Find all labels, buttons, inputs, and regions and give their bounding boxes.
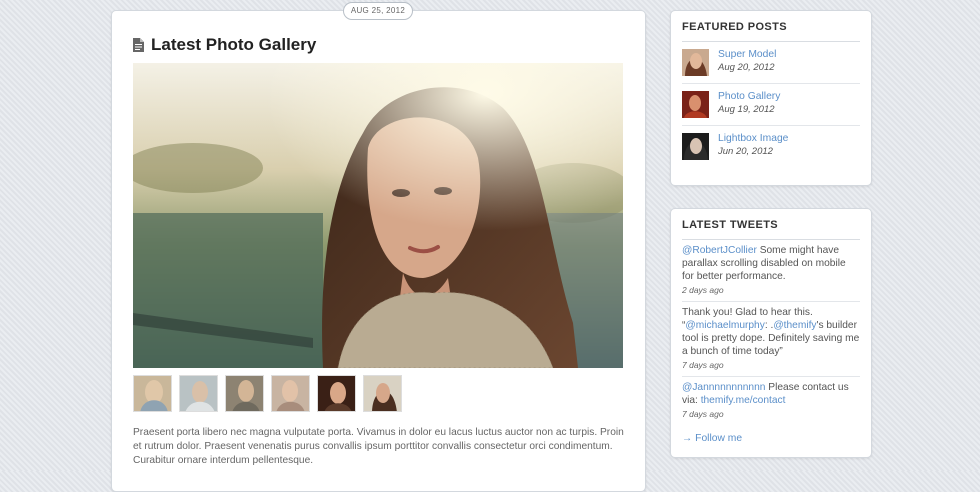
gallery-thumbnail[interactable] xyxy=(179,375,218,412)
featured-post-item: Lightbox Image Jun 20, 2012 xyxy=(682,126,860,167)
tweet-item: @RobertJCollier Some might have parallax… xyxy=(682,240,860,302)
document-icon xyxy=(133,38,144,52)
gallery-thumbnail[interactable] xyxy=(363,375,402,412)
featured-post-thumbnail[interactable] xyxy=(682,133,709,160)
gallery-main-image[interactable] xyxy=(133,63,623,368)
tweet-url-link[interactable]: themify.me/contact xyxy=(701,395,786,406)
post-title[interactable]: Latest Photo Gallery xyxy=(151,35,316,55)
featured-post-date: Aug 19, 2012 xyxy=(718,104,775,115)
tweet-text: @Jannnnnnnnnnn Please contact us via: th… xyxy=(682,381,860,407)
post-excerpt: Praesent porta libero nec magna vulputat… xyxy=(133,427,624,466)
tweet-item: @Jannnnnnnnnnn Please contact us via: th… xyxy=(682,377,860,425)
post-heading: Latest Photo Gallery xyxy=(133,34,316,56)
gallery-thumbnail[interactable] xyxy=(271,375,310,412)
featured-post-date: Jun 20, 2012 xyxy=(718,146,773,157)
latest-tweets-widget: LATEST TWEETS @RobertJCollier Some might… xyxy=(670,208,872,458)
tweet-text: Thank you! Glad to hear this. “@michaelm… xyxy=(682,306,860,358)
post-date-badge: AUG 25, 2012 xyxy=(343,2,413,20)
tweet-mention-link[interactable]: @themify xyxy=(773,320,816,331)
gallery-thumbnail[interactable] xyxy=(225,375,264,412)
featured-posts-heading: FEATURED POSTS xyxy=(682,11,860,42)
featured-post-link[interactable]: Photo Gallery xyxy=(718,90,780,103)
featured-post-thumbnail[interactable] xyxy=(682,49,709,76)
tweet-mention-link[interactable]: @RobertJCollier xyxy=(682,245,757,256)
tweet-time: 7 days ago xyxy=(682,409,724,419)
featured-post-link[interactable]: Super Model xyxy=(718,48,776,61)
featured-post-link[interactable]: Lightbox Image xyxy=(718,132,788,145)
tweet-text: @RobertJCollier Some might have parallax… xyxy=(682,244,860,283)
gallery-thumbnails xyxy=(133,375,409,412)
featured-post-item: Super Model Aug 20, 2012 xyxy=(682,42,860,84)
tweet-time: 7 days ago xyxy=(682,360,724,370)
featured-post-item: Photo Gallery Aug 19, 2012 xyxy=(682,84,860,126)
featured-post-date: Aug 20, 2012 xyxy=(718,62,775,73)
tweet-time: 2 days ago xyxy=(682,285,724,295)
featured-posts-widget: FEATURED POSTS Super Model Aug 20, 2012 … xyxy=(670,10,872,186)
gallery-thumbnail[interactable] xyxy=(133,375,172,412)
follow-me-link[interactable]: → Follow me xyxy=(682,425,860,451)
gallery-thumbnail[interactable] xyxy=(317,375,356,412)
featured-post-thumbnail[interactable] xyxy=(682,91,709,118)
tweet-item: Thank you! Glad to hear this. “@michaelm… xyxy=(682,302,860,377)
tweet-mention-link[interactable]: @michaelmurphy xyxy=(685,320,764,331)
tweet-mention-link[interactable]: @Jannnnnnnnnnn xyxy=(682,382,765,393)
latest-tweets-heading: LATEST TWEETS xyxy=(682,209,860,240)
